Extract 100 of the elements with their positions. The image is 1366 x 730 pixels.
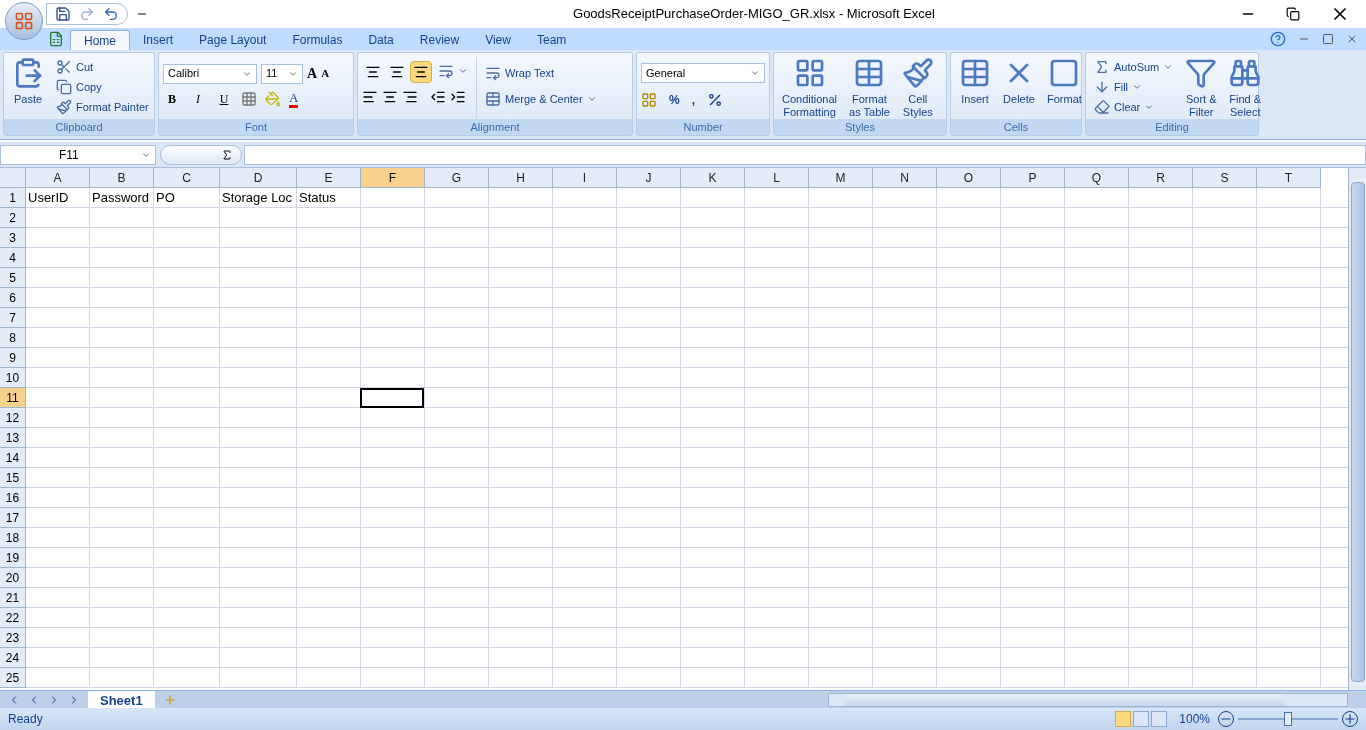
- restore-icon[interactable]: [1286, 7, 1300, 21]
- ribbon-tab[interactable]: Team: [523, 30, 580, 50]
- column-header[interactable]: B: [90, 168, 154, 188]
- column-header[interactable]: Q: [1065, 168, 1129, 188]
- vertical-scrollbar[interactable]: [1348, 168, 1366, 690]
- horizontal-scrollbar[interactable]: [845, 693, 1285, 706]
- vertical-align-button[interactable]: [410, 61, 432, 83]
- name-box[interactable]: F11: [0, 144, 156, 165]
- row-header[interactable]: 12: [0, 408, 26, 428]
- font-style-button[interactable]: B: [163, 90, 181, 108]
- formula-field[interactable]: [244, 144, 1366, 165]
- align-right-icon[interactable]: [402, 89, 418, 105]
- align-center-icon[interactable]: [382, 89, 398, 105]
- sheet-tab[interactable]: Sheet1: [88, 690, 155, 709]
- ribbon-button[interactable]: Cut: [52, 57, 153, 77]
- row-header[interactable]: 1: [0, 188, 26, 208]
- number-format-field[interactable]: General: [641, 63, 765, 83]
- ribbon-button[interactable]: Format Painter: [52, 97, 153, 117]
- column-header[interactable]: S: [1193, 168, 1257, 188]
- column-header[interactable]: O: [937, 168, 1001, 188]
- column-header[interactable]: M: [809, 168, 873, 188]
- column-header[interactable]: C: [154, 168, 220, 188]
- ribbon-big-button[interactable]: Format: [1043, 57, 1086, 119]
- row-header[interactable]: 18: [0, 528, 26, 548]
- save-icon[interactable]: [55, 6, 71, 22]
- row-header[interactable]: 10: [0, 368, 26, 388]
- ribbon-button[interactable]: Merge & Center: [481, 89, 601, 109]
- row-header[interactable]: 24: [0, 648, 26, 668]
- align-left-icon[interactable]: [362, 89, 378, 105]
- row-header[interactable]: 3: [0, 228, 26, 248]
- ribbon-tab[interactable]: Insert: [130, 30, 187, 50]
- cell-grid[interactable]: UserID Password PO Storage Loc Status: [26, 188, 1348, 688]
- increase-indent-icon[interactable]: [450, 89, 466, 105]
- row-header[interactable]: 19: [0, 548, 26, 568]
- ribbon-big-button[interactable]: Format as Table: [845, 57, 894, 119]
- row-header[interactable]: 20: [0, 568, 26, 588]
- ribbon-big-button[interactable]: Insert: [955, 57, 995, 119]
- zoom-in-icon[interactable]: [1342, 711, 1358, 727]
- font-size-field[interactable]: 11: [261, 63, 303, 84]
- font-name-field[interactable]: Calibri: [163, 63, 257, 84]
- ribbon-big-button[interactable]: Conditional Formatting: [778, 57, 842, 119]
- column-header[interactable]: F: [361, 168, 425, 188]
- row-header[interactable]: 22: [0, 608, 26, 628]
- row-header[interactable]: 23: [0, 628, 26, 648]
- column-header[interactable]: P: [1001, 168, 1065, 188]
- ribbon-big-button[interactable]: Paste: [8, 57, 48, 119]
- row-header[interactable]: 14: [0, 448, 26, 468]
- row-header[interactable]: 15: [0, 468, 26, 488]
- row-header[interactable]: 25: [0, 668, 26, 688]
- fill-color-icon[interactable]: [265, 91, 281, 107]
- column-header[interactable]: L: [745, 168, 809, 188]
- row-header[interactable]: 13: [0, 428, 26, 448]
- ribbon-big-button[interactable]: Delete: [999, 57, 1039, 119]
- column-header[interactable]: H: [489, 168, 553, 188]
- font-style-button[interactable]: I: [189, 90, 207, 108]
- ribbon-button[interactable]: Copy: [52, 77, 153, 97]
- font-color-button[interactable]: A: [289, 90, 299, 108]
- ribbon-button[interactable]: AutoSum: [1090, 57, 1178, 77]
- ribbon-tab[interactable]: Home: [70, 30, 130, 50]
- help-icon[interactable]: [1270, 31, 1286, 47]
- column-header[interactable]: E: [297, 168, 361, 188]
- column-header[interactable]: J: [617, 168, 681, 188]
- zoom-slider-thumb[interactable]: [1284, 712, 1292, 726]
- borders-icon[interactable]: [241, 91, 257, 107]
- column-header[interactable]: I: [553, 168, 617, 188]
- row-header[interactable]: 17: [0, 508, 26, 528]
- row-header[interactable]: 7: [0, 308, 26, 328]
- row-header[interactable]: 11: [0, 388, 26, 408]
- decrease-indent-icon[interactable]: [430, 89, 446, 105]
- active-cell[interactable]: [360, 388, 424, 408]
- column-header[interactable]: G: [425, 168, 489, 188]
- column-header[interactable]: D: [220, 168, 297, 188]
- ribbon-tab[interactable]: View: [472, 30, 524, 50]
- column-header[interactable]: N: [873, 168, 937, 188]
- column-header[interactable]: A: [26, 168, 90, 188]
- ribbon-big-button[interactable]: Cell Styles: [897, 57, 938, 119]
- ribbon-button[interactable]: Clear: [1090, 97, 1178, 117]
- percent-button[interactable]: %: [669, 91, 680, 109]
- column-header[interactable]: T: [1257, 168, 1321, 188]
- ribbon-tab[interactable]: Review: [406, 30, 473, 50]
- office-button[interactable]: [5, 2, 43, 40]
- ribbon-big-button[interactable]: Find & Select: [1225, 57, 1266, 119]
- row-header[interactable]: 5: [0, 268, 26, 288]
- grow-font-button[interactable]: A: [307, 63, 318, 84]
- ribbon-tab[interactable]: Data: [355, 30, 407, 50]
- row-header[interactable]: 4: [0, 248, 26, 268]
- row-header[interactable]: 9: [0, 348, 26, 368]
- function-icon[interactable]: [160, 144, 242, 165]
- undo-icon[interactable]: [103, 6, 119, 22]
- font-style-button[interactable]: U: [215, 90, 233, 108]
- comma-button[interactable]: ,: [691, 91, 695, 109]
- row-header[interactable]: 6: [0, 288, 26, 308]
- row-header[interactable]: 2: [0, 208, 26, 228]
- column-header[interactable]: K: [681, 168, 745, 188]
- column-header[interactable]: R: [1129, 168, 1193, 188]
- ribbon-button[interactable]: Fill: [1090, 77, 1178, 97]
- row-header[interactable]: 8: [0, 328, 26, 348]
- ribbon-tab[interactable]: Formulas: [279, 30, 356, 50]
- row-header[interactable]: 16: [0, 488, 26, 508]
- row-header[interactable]: 21: [0, 588, 26, 608]
